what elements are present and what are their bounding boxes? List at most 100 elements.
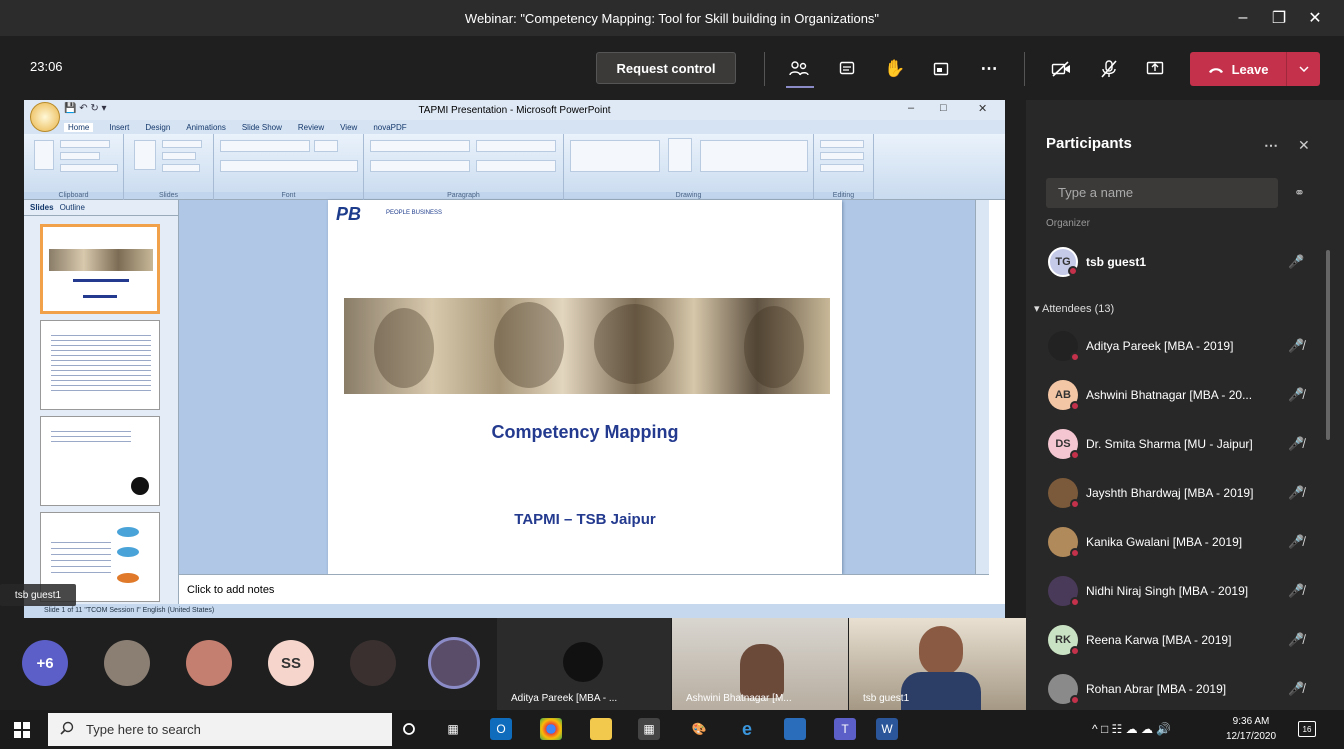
- participants-panel: Participants ⋯ ✕ Type a name ⚭ Organizer…: [1026, 100, 1344, 710]
- leave-button[interactable]: Leave: [1190, 52, 1320, 86]
- ribbon-tabs: Home Insert Design Animations Slide Show…: [24, 120, 1005, 134]
- system-tray-icons[interactable]: ^ □ ☷ ☁ ☁ 🔊: [1092, 722, 1171, 736]
- paint-icon[interactable]: 🎨: [688, 718, 710, 740]
- presenter-label: tsb guest1: [0, 584, 76, 606]
- chevron-down-icon[interactable]: [1286, 52, 1320, 86]
- room-icon[interactable]: [926, 54, 956, 84]
- participant-name: Reena Karwa [MBA - 2019]: [1086, 633, 1232, 647]
- cortana-icon[interactable]: [398, 718, 420, 740]
- slides-pane: Slides Outline: [24, 200, 179, 618]
- mic-off-icon: 🎤̸: [1288, 583, 1305, 598]
- participant-row[interactable]: Nidhi Niraj Singh [MBA - 2019] 🎤̸: [1026, 571, 1326, 611]
- section-tail: Organizer: [1046, 218, 1090, 229]
- ribbon-group-slides: Slides: [124, 134, 214, 200]
- close-button[interactable]: ✕: [1292, 0, 1338, 36]
- mic-off-icon: 🎤̸: [1288, 534, 1305, 549]
- share-screen-icon[interactable]: [1140, 54, 1170, 84]
- calculator-icon[interactable]: ▦: [638, 718, 660, 740]
- more-options-icon[interactable]: ⋯: [974, 54, 1004, 84]
- avatar: [1048, 331, 1080, 362]
- chrome-icon[interactable]: [540, 718, 562, 740]
- quick-access-icons: 💾 ↶ ↻ ▾: [64, 103, 107, 114]
- participant-row[interactable]: Aditya Pareek [MBA - 2019] 🎤̸: [1026, 326, 1326, 366]
- panel-title: Participants: [1046, 135, 1132, 152]
- windows-taskbar: Type here to search ▦ O ▦ 🎨 e T W ^ □ ☷ …: [0, 710, 1344, 749]
- video-tile[interactable]: tsb guest1: [849, 618, 1026, 710]
- slide-logo: PB: [336, 204, 362, 224]
- ribbon-tab: View: [340, 122, 358, 132]
- participant-avatar-ss[interactable]: SS: [268, 640, 314, 686]
- ribbon-tab: Animations: [186, 122, 226, 132]
- overflow-participants-button[interactable]: +6: [22, 640, 68, 686]
- leave-label: Leave: [1231, 61, 1269, 77]
- camera-off-icon[interactable]: [1046, 54, 1076, 84]
- attendees-header[interactable]: ▾ Attendees (13): [1034, 302, 1114, 315]
- outlook-icon[interactable]: O: [490, 718, 512, 740]
- ribbon-tab: Insert: [109, 122, 130, 132]
- taskbar-clock[interactable]: 9:36 AM 12/17/2020: [1226, 714, 1276, 744]
- ppt-restore-icon: □: [940, 102, 947, 114]
- avatar: AB: [1048, 380, 1080, 411]
- participant-row[interactable]: Kanika Gwalani [MBA - 2019] 🎤̸: [1026, 522, 1326, 562]
- participant-row[interactable]: Rohan Abrar [MBA - 2019] 🎤̸: [1026, 669, 1326, 709]
- participant-row[interactable]: DS Dr. Smita Sharma [MU - Jaipur] 🎤̸: [1026, 424, 1326, 464]
- ribbon: Clipboard Slides Font Paragraph Drawing …: [24, 134, 1005, 200]
- word-icon[interactable]: W: [876, 718, 898, 740]
- slide-thumbnail: [40, 416, 160, 506]
- ribbon-tab: Slide Show: [241, 122, 282, 132]
- video-tile-caption: Aditya Pareek [MBA - ...: [511, 693, 618, 704]
- mic-off-icon: 🎤̸: [1288, 485, 1305, 500]
- share-invite-icon[interactable]: ⚭: [1294, 185, 1305, 201]
- meeting-timer: 23:06: [30, 59, 63, 74]
- participants-icon[interactable]: [784, 54, 814, 84]
- active-speaker-avatar[interactable]: [428, 637, 480, 689]
- video-strip: +6 SS Aditya Pareek [MBA - ... Ashwini B…: [0, 618, 1026, 710]
- active-indicator: [786, 86, 814, 88]
- teams-icon[interactable]: T: [834, 718, 856, 740]
- ribbon-group-editing: Editing: [814, 134, 874, 200]
- participant-row[interactable]: Jayshth Bhardwaj [MBA - 2019] 🎤̸: [1026, 473, 1326, 513]
- windows-start-icon[interactable]: [14, 722, 30, 738]
- participant-search-input[interactable]: Type a name: [1046, 178, 1278, 208]
- meeting-controls: 23:06 Request control ✋ ⋯ Leave: [0, 36, 1344, 100]
- notes-area: Click to add notes: [179, 574, 989, 604]
- participant-row[interactable]: TG tsb guest1 🎤: [1026, 242, 1326, 282]
- edge-icon[interactable]: e: [736, 718, 758, 740]
- close-icon[interactable]: ✕: [1298, 137, 1310, 154]
- pane-tabs: Slides Outline: [24, 200, 178, 216]
- chat-icon[interactable]: [832, 54, 862, 84]
- file-explorer-icon[interactable]: [590, 718, 612, 740]
- avatar: TG: [1048, 247, 1078, 277]
- participant-row[interactable]: AB Ashwini Bhatnagar [MBA - 20... 🎤̸: [1026, 375, 1326, 415]
- taskbar-search-input[interactable]: Type here to search: [48, 713, 392, 746]
- ribbon-group-font: Font: [214, 134, 364, 200]
- mic-off-icon: 🎤̸: [1288, 436, 1305, 451]
- avatar: DS: [1048, 429, 1080, 460]
- avatar: RK: [1048, 625, 1080, 656]
- divider: [764, 52, 765, 86]
- more-options-icon[interactable]: ⋯: [1264, 137, 1278, 154]
- raise-hand-icon[interactable]: ✋: [880, 54, 910, 84]
- mic-off-icon: 🎤̸: [1288, 387, 1305, 402]
- ribbon-group-paragraph: Paragraph: [364, 134, 564, 200]
- ribbon-group-clipboard: Clipboard: [24, 134, 124, 200]
- slide-banner-image: [344, 298, 830, 394]
- current-slide: PB PEOPLE BUSINESS Competency Mapping TA…: [328, 200, 842, 574]
- request-control-button[interactable]: Request control: [596, 52, 736, 84]
- photos-icon[interactable]: [784, 718, 806, 740]
- participant-avatar[interactable]: [186, 640, 232, 686]
- panel-scrollbar[interactable]: [1326, 250, 1330, 440]
- video-tile[interactable]: Ashwini Bhatnagar [M...: [672, 618, 848, 710]
- slide-scrollbar: [975, 200, 989, 574]
- mic-off-icon[interactable]: [1094, 54, 1124, 84]
- task-view-icon[interactable]: ▦: [442, 718, 464, 740]
- ppt-close-icon: ✕: [978, 103, 988, 115]
- participant-avatar[interactable]: [104, 640, 150, 686]
- participant-avatar[interactable]: [350, 640, 396, 686]
- slide-thumbnail: [40, 224, 160, 314]
- participant-row[interactable]: RK Reena Karwa [MBA - 2019] 🎤̸: [1026, 620, 1326, 660]
- ribbon-group-drawing: Drawing: [564, 134, 814, 200]
- notification-center-icon[interactable]: 16: [1298, 721, 1316, 737]
- video-tile[interactable]: Aditya Pareek [MBA - ...: [497, 618, 671, 710]
- participant-name: Nidhi Niraj Singh [MBA - 2019]: [1086, 584, 1249, 598]
